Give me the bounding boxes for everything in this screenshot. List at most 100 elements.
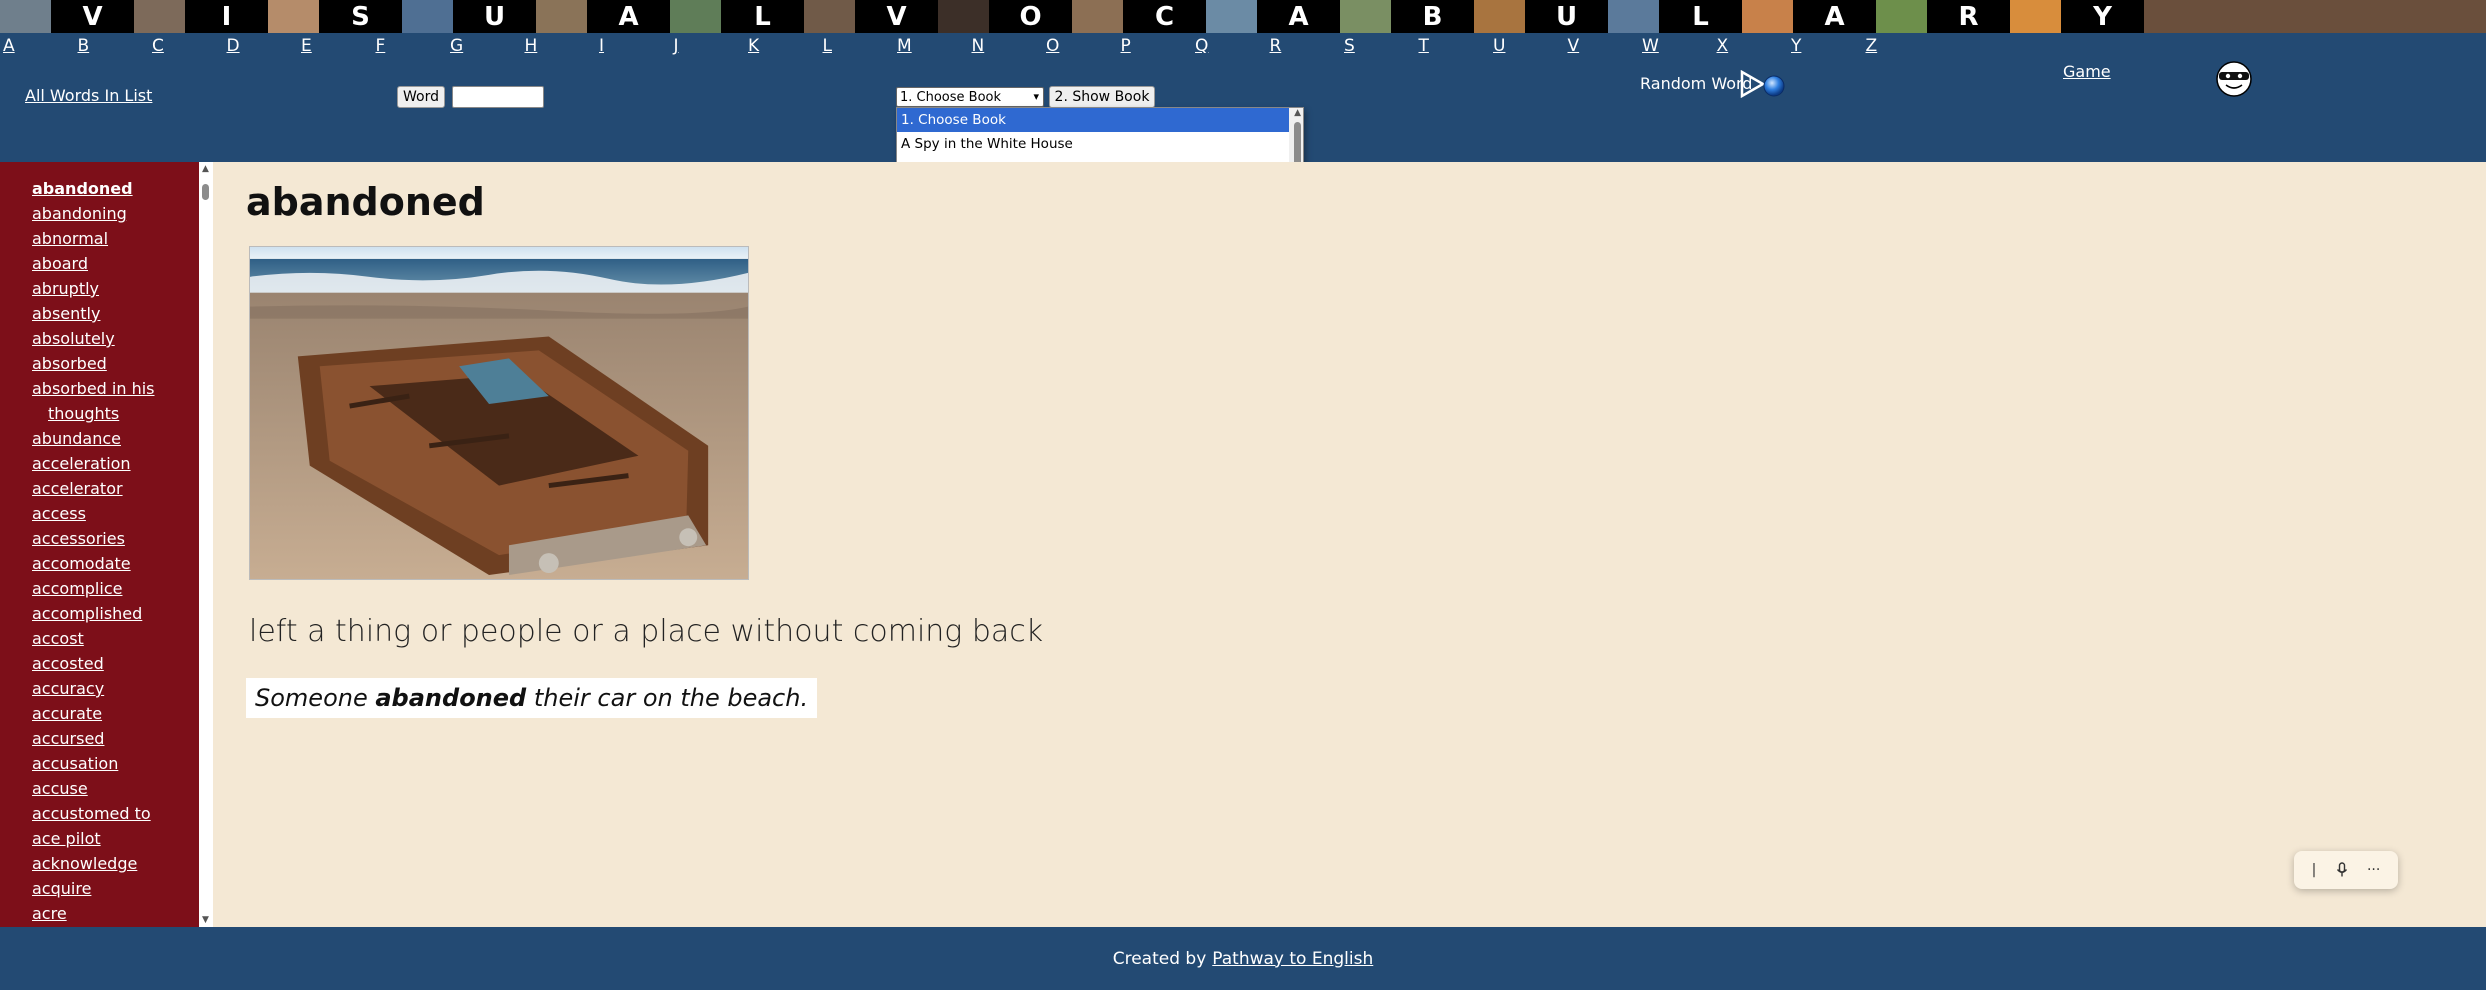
abandoned-car-on-beach-image xyxy=(249,246,749,580)
book-option[interactable]: 1. Choose Book xyxy=(897,108,1303,132)
sidebar-word-link[interactable]: accessories xyxy=(32,529,125,548)
banner-photo xyxy=(1876,0,1927,33)
letter-link-e[interactable]: E xyxy=(301,36,312,56)
sidebar-scrollbar[interactable]: ▲ ▼ xyxy=(199,162,213,927)
banner-letter: B xyxy=(1391,0,1474,33)
letter-link-z[interactable]: Z xyxy=(1866,36,1878,56)
sidebar-word-link[interactable]: thoughts xyxy=(48,404,119,423)
scroll-down-arrow-icon[interactable]: ▼ xyxy=(202,915,211,925)
letter-link-p[interactable]: P xyxy=(1121,36,1131,56)
letter-link-j[interactable]: J xyxy=(674,36,679,56)
word-definition: left a thing or people or a place withou… xyxy=(249,614,1044,649)
choose-book-select[interactable]: 1. Choose Book ▾ xyxy=(896,87,1044,107)
sidebar-word-link[interactable]: accosted xyxy=(32,654,104,673)
sidebar-word-link[interactable]: accelerator xyxy=(32,479,123,498)
letter-link-f[interactable]: F xyxy=(376,36,386,56)
letter-link-n[interactable]: N xyxy=(972,36,985,56)
letter-link-b[interactable]: B xyxy=(78,36,90,56)
letter-link-m[interactable]: M xyxy=(897,36,912,56)
sidebar-word-link[interactable]: access xyxy=(32,504,86,523)
letter-link-h[interactable]: H xyxy=(525,36,538,56)
sidebar-word-link[interactable]: abandoning xyxy=(32,204,127,223)
scroll-up-arrow-icon[interactable]: ▲ xyxy=(1294,108,1301,118)
choose-book-value: 1. Choose Book xyxy=(900,89,1002,105)
banner-letter: S xyxy=(319,0,402,33)
sidebar-word-link[interactable]: ace pilot xyxy=(32,829,101,848)
banner-photo xyxy=(402,0,453,33)
sidebar-word-link[interactable]: abruptly xyxy=(32,279,99,298)
letter-link-k[interactable]: K xyxy=(748,36,759,56)
letter-link-y[interactable]: Y xyxy=(1791,36,1801,56)
sidebar-word-link[interactable]: accuracy xyxy=(32,679,104,698)
sidebar-word-link[interactable]: accost xyxy=(32,629,84,648)
word-entry-panel: abandoned left a thing or people or a pl… xyxy=(213,162,2486,927)
letter-link-x[interactable]: X xyxy=(1717,36,1729,56)
example-after: their car on the beach. xyxy=(526,684,809,712)
sidebar-word-link[interactable]: abnormal xyxy=(32,229,108,248)
letter-link-d[interactable]: D xyxy=(227,36,240,56)
letter-link-i[interactable]: I xyxy=(599,36,604,56)
sidebar-word-link[interactable]: acre xyxy=(32,904,67,923)
scroll-up-arrow-icon[interactable]: ▲ xyxy=(202,164,211,174)
sidebar-word-link[interactable]: accusation xyxy=(32,754,118,773)
sidebar-word-link[interactable]: acknowledge xyxy=(32,854,137,873)
sidebar-word-link[interactable]: absorbed xyxy=(32,354,107,373)
sidebar-scroll-thumb[interactable] xyxy=(202,184,209,200)
banner-letter: U xyxy=(453,0,536,33)
letter-link-q[interactable]: Q xyxy=(1195,36,1208,56)
banner-letter: A xyxy=(1793,0,1876,33)
sidebar-word-link[interactable]: absorbed in his xyxy=(32,379,155,398)
all-words-link[interactable]: All Words In List xyxy=(25,86,152,105)
chevron-down-icon: ▾ xyxy=(1033,90,1039,103)
text-cursor-icon[interactable]: | xyxy=(2312,862,2317,878)
letter-link-o[interactable]: O xyxy=(1046,36,1059,56)
example-highlight-word: abandoned xyxy=(375,684,527,712)
microphone-icon[interactable] xyxy=(2336,862,2348,878)
banner-photo xyxy=(134,0,185,33)
banner-letter: V xyxy=(855,0,938,33)
word-search-button[interactable]: Word xyxy=(397,86,445,108)
letter-link-c[interactable]: C xyxy=(152,36,164,56)
sidebar-word-link[interactable]: absently xyxy=(32,304,100,323)
book-option[interactable]: A Spy in the White House xyxy=(897,132,1303,156)
letter-link-l[interactable]: L xyxy=(823,36,832,56)
sidebar-word-link[interactable]: aboard xyxy=(32,254,88,273)
sidebar-word-link[interactable]: abundance xyxy=(32,429,121,448)
letter-link-g[interactable]: G xyxy=(450,36,463,56)
letter-link-u[interactable]: U xyxy=(1493,36,1505,56)
sidebar-word-link[interactable]: accomodate xyxy=(32,554,131,573)
letter-link-t[interactable]: T xyxy=(1419,36,1429,56)
footer: Created by Pathway to English xyxy=(0,927,2486,990)
letter-link-v[interactable]: V xyxy=(1568,36,1580,56)
game-link[interactable]: Game xyxy=(2063,62,2111,81)
letter-link-a[interactable]: A xyxy=(3,36,15,56)
letter-link-w[interactable]: W xyxy=(1642,36,1659,56)
word-search-input[interactable] xyxy=(452,86,544,108)
banner-letter: U xyxy=(1525,0,1608,33)
sidebar-word-link[interactable]: accurate xyxy=(32,704,102,723)
globe-icon[interactable] xyxy=(1762,74,1786,98)
example-before: Someone xyxy=(255,684,376,712)
sidebar-word-link[interactable]: accomplice xyxy=(32,579,122,598)
more-options-icon[interactable]: ··· xyxy=(2367,862,2380,878)
masked-face-avatar-icon[interactable] xyxy=(2214,61,2254,97)
footer-link[interactable]: Pathway to English xyxy=(1212,949,1373,969)
letter-link-r[interactable]: R xyxy=(1270,36,1282,56)
sidebar-word-link[interactable]: acceleration xyxy=(32,454,131,473)
sidebar-word-link[interactable]: accustomed to xyxy=(32,804,151,823)
voice-input-widget[interactable]: | ··· xyxy=(2294,851,2398,889)
banner-photo xyxy=(0,0,51,33)
sidebar-word-link[interactable]: accomplished xyxy=(32,604,142,623)
footer-text: Created by xyxy=(1112,948,1207,969)
sidebar-word-link[interactable]: absolutely xyxy=(32,329,115,348)
banner-letter: V xyxy=(51,0,134,33)
sidebar-word-link[interactable]: acquire xyxy=(32,879,91,898)
letter-link-s[interactable]: S xyxy=(1344,36,1355,56)
sidebar-word-link[interactable]: accursed xyxy=(32,729,104,748)
show-book-button[interactable]: 2. Show Book xyxy=(1049,86,1155,108)
banner-photo xyxy=(268,0,319,33)
banner-letter: Y xyxy=(2061,0,2144,33)
banner-photo xyxy=(670,0,721,33)
sidebar-word-link[interactable]: accuse xyxy=(32,779,88,798)
sidebar-word-link[interactable]: abandoned xyxy=(32,179,133,198)
